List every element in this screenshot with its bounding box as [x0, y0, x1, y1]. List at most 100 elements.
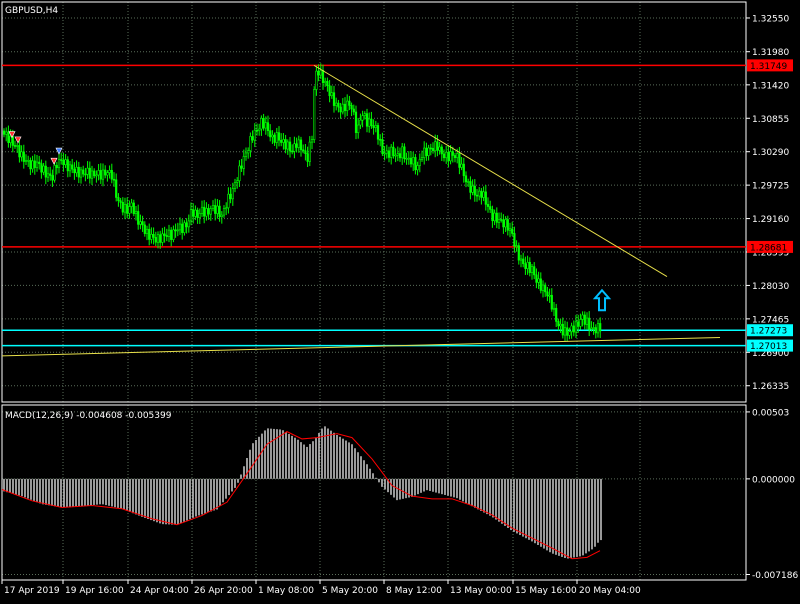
candle-body	[438, 146, 441, 151]
candle-body	[425, 147, 428, 156]
candle-body	[418, 159, 421, 166]
candle-body	[291, 150, 294, 153]
candle-body	[123, 204, 127, 213]
candle-body	[192, 209, 195, 217]
chart-canvas[interactable]: 1.32550 1.31980 1.31420 1.30855 1.30290 1.297…	[0, 0, 800, 600]
candle-body	[346, 100, 349, 111]
candle-body	[506, 219, 509, 231]
candle-body	[150, 234, 153, 240]
candle-body	[181, 223, 184, 233]
candle-body	[451, 151, 454, 156]
candle-body	[493, 212, 496, 222]
candle-body	[262, 117, 265, 129]
candle-body	[126, 204, 129, 214]
candle-body	[115, 179, 118, 198]
price-tick-label: 1.26335	[752, 382, 789, 392]
candle-body	[53, 165, 56, 181]
candle-body	[324, 80, 327, 84]
candle-body	[489, 206, 492, 210]
candle-body	[414, 157, 417, 171]
candle-body	[552, 307, 556, 310]
candle-body	[579, 319, 582, 327]
candle-body	[537, 278, 540, 283]
chart-window[interactable]: 1.32550 1.31980 1.31420 1.30855 1.30290 1.297…	[0, 0, 800, 600]
candle-body	[205, 208, 208, 217]
candle-body	[352, 108, 355, 113]
candle-body	[412, 157, 415, 165]
candle-body	[209, 208, 212, 215]
candle-body	[253, 129, 256, 141]
candle-body	[348, 100, 351, 106]
candle-body	[35, 161, 39, 168]
candle-body	[416, 165, 419, 171]
time-tick-label: 24 Apr 04:00	[130, 586, 189, 596]
candle-body	[293, 143, 296, 152]
candle-body	[57, 159, 61, 169]
chart-background	[0, 0, 800, 600]
candle-body	[286, 141, 289, 150]
price-tick-label: 1.29160	[752, 215, 789, 225]
candle-body	[117, 197, 120, 202]
candle-body	[79, 169, 83, 178]
candle-body	[55, 165, 58, 169]
candle-body	[185, 222, 188, 228]
candle-body	[137, 211, 140, 225]
candle-body	[60, 159, 63, 161]
candle-body	[423, 147, 426, 158]
level-label: 1.27013	[750, 342, 787, 352]
candle-body	[530, 266, 534, 273]
candle-body	[491, 209, 494, 222]
candle-body	[233, 182, 237, 189]
candle-body	[328, 85, 331, 97]
candle-body	[460, 163, 463, 168]
candle-body	[484, 191, 487, 205]
candle-body	[302, 149, 305, 152]
candle-body	[458, 153, 461, 168]
candle-body	[194, 209, 197, 217]
candle-body	[590, 327, 593, 330]
candle-body	[394, 154, 397, 157]
candle-body	[121, 202, 124, 213]
candle-body	[599, 323, 602, 332]
candle-body	[75, 166, 78, 174]
candle-body	[284, 139, 287, 150]
candle-body	[594, 327, 597, 334]
candle-body	[447, 151, 450, 162]
candle-body	[363, 113, 366, 116]
candle-body	[513, 233, 516, 247]
candle-body	[427, 147, 430, 156]
time-tick-label: 1 May 08:00	[258, 586, 314, 596]
candle-body	[266, 122, 270, 132]
candle-body	[396, 153, 399, 156]
candle-body	[183, 222, 186, 233]
candle-body	[398, 153, 402, 159]
candle-body	[229, 193, 232, 200]
candle-body	[132, 202, 135, 214]
candle-body	[134, 211, 138, 214]
candle-body	[174, 229, 177, 232]
candle-body	[420, 157, 424, 160]
candle-body	[568, 331, 571, 336]
candle-body	[277, 132, 281, 141]
candle-body	[392, 146, 395, 156]
candle-body	[167, 229, 171, 237]
candle-body	[572, 325, 575, 333]
candle-body	[112, 178, 116, 181]
candle-body	[390, 146, 393, 158]
candle-body	[11, 136, 14, 146]
candle-body	[231, 188, 234, 200]
candle-body	[18, 145, 21, 158]
candle-body	[436, 141, 439, 151]
candle-body	[258, 128, 261, 131]
candle-body	[249, 136, 252, 151]
candle-body	[596, 323, 600, 334]
price-tick-label: 1.31980	[752, 48, 789, 58]
candle-body	[297, 139, 300, 148]
candle-body	[282, 139, 285, 143]
candle-body	[271, 134, 274, 138]
candle-body	[198, 213, 201, 219]
candle-body	[445, 151, 448, 159]
candle-body	[145, 228, 149, 234]
price-tick-label: 1.32550	[752, 14, 789, 24]
candle-body	[401, 146, 404, 159]
